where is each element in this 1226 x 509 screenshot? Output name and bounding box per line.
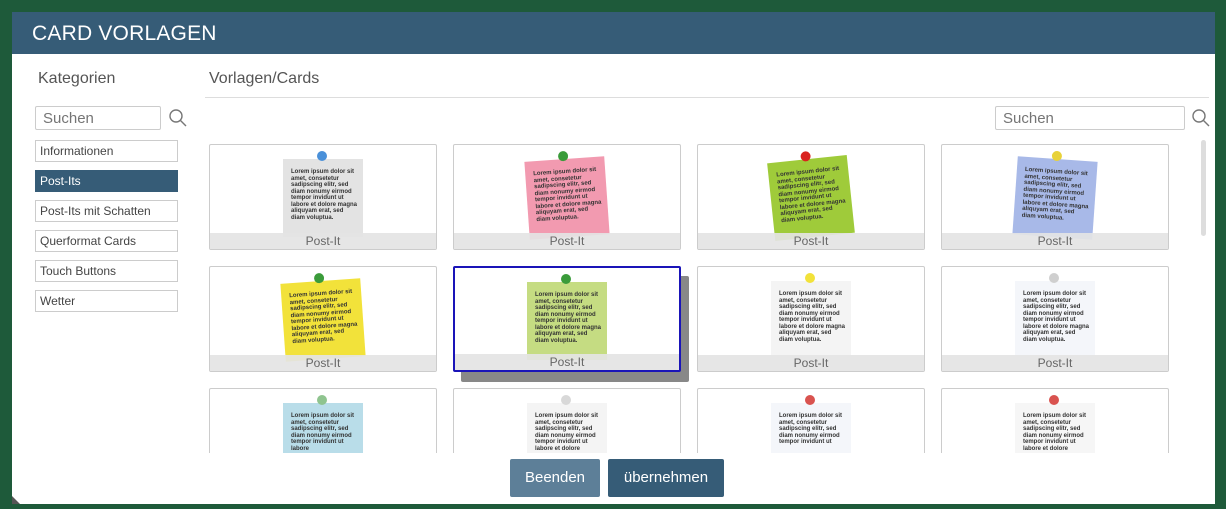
pin-icon [805, 273, 815, 283]
post-it-text: Lorem ipsum dolor sit amet, consetetur s… [291, 413, 355, 452]
template-card-label: Post-It [698, 233, 924, 249]
pin-icon [805, 395, 815, 405]
post-it-text: Lorem ipsum dolor sit amet, consetetur s… [533, 166, 602, 223]
template-grid: Lorem ipsum dolor sit amet, consetetur s… [205, 140, 1199, 453]
template-grid-scrollbar[interactable] [1201, 140, 1206, 236]
category-search-icon[interactable] [168, 108, 188, 128]
template-card[interactable]: Lorem ipsum dolor sit amet, consetetur s… [941, 266, 1169, 372]
template-card[interactable]: Lorem ipsum dolor sit amet, consetetur s… [941, 388, 1169, 453]
category-item[interactable]: Post-Its [35, 170, 178, 192]
pin-icon [1049, 273, 1059, 283]
post-it-text: Lorem ipsum dolor sit amet, consetetur s… [535, 413, 599, 452]
pin-icon [1049, 395, 1059, 405]
post-it-text: Lorem ipsum dolor sit amet, consetetur s… [289, 288, 358, 345]
post-it-preview: Lorem ipsum dolor sit amet, consetetur s… [771, 395, 851, 453]
post-it-preview: Lorem ipsum dolor sit amet, consetetur s… [524, 150, 610, 240]
post-it-preview: Lorem ipsum dolor sit amet, consetetur s… [527, 274, 607, 360]
template-card-label: Post-It [210, 233, 436, 249]
post-it-text: Lorem ipsum dolor sit amet, consetetur s… [535, 292, 602, 344]
category-item[interactable]: Informationen [35, 140, 178, 162]
template-card[interactable]: Lorem ipsum dolor sit amet, consetetur s… [453, 144, 681, 250]
category-search-input[interactable] [35, 106, 161, 130]
category-item[interactable]: Touch Buttons [35, 260, 178, 282]
templates-heading: Vorlagen/Cards [209, 70, 320, 87]
templates-divider [205, 97, 1209, 98]
category-item[interactable]: Post-Its mit Schatten [35, 200, 178, 222]
post-it-text: Lorem ipsum dolor sit amet, consetetur s… [779, 413, 843, 445]
post-it-text: Lorem ipsum dolor sit amet, consetetur s… [776, 165, 846, 224]
post-it-preview: Lorem ipsum dolor sit amet, consetetur s… [771, 273, 851, 359]
category-item[interactable]: Querformat Cards [35, 230, 178, 252]
template-search-icon[interactable] [1191, 108, 1211, 128]
dialog-title: CARD VORLAGEN [12, 12, 1215, 54]
post-it-text: Lorem ipsum dolor sit amet, consetetur s… [1021, 166, 1089, 222]
post-it-text: Lorem ipsum dolor sit amet, consetetur s… [1023, 291, 1090, 343]
post-it-preview: Lorem ipsum dolor sit amet, consetetur s… [527, 395, 607, 453]
categories-heading: Kategorien [38, 70, 116, 87]
post-it-text: Lorem ipsum dolor sit amet, consetetur s… [291, 169, 358, 221]
post-it-text: Lorem ipsum dolor sit amet, consetetur s… [1023, 413, 1087, 452]
post-it-preview: Lorem ipsum dolor sit amet, consetetur s… [1015, 395, 1095, 453]
template-search-input[interactable] [995, 106, 1185, 130]
template-card[interactable]: Lorem ipsum dolor sit amet, consetetur s… [941, 144, 1169, 250]
uebernehmen-button[interactable]: übernehmen [608, 459, 724, 497]
template-card[interactable]: Lorem ipsum dolor sit amet, consetetur s… [697, 266, 925, 372]
template-card-label: Post-It [210, 355, 436, 371]
post-it-preview: Lorem ipsum dolor sit amet, consetetur s… [767, 150, 855, 241]
template-card-label: Post-It [454, 233, 680, 249]
card-templates-dialog: CARD VORLAGEN Kategorien Vorlagen/Cards … [12, 12, 1215, 504]
post-it-preview: Lorem ipsum dolor sit amet, consetetur s… [1015, 273, 1095, 359]
template-card[interactable]: Lorem ipsum dolor sit amet, consetetur s… [453, 266, 681, 372]
post-it-preview: Lorem ipsum dolor sit amet, consetetur s… [283, 395, 363, 453]
category-item[interactable]: Wetter [35, 290, 178, 312]
pin-icon [317, 151, 327, 161]
template-card[interactable]: Lorem ipsum dolor sit amet, consetetur s… [209, 388, 437, 453]
template-card-label: Post-It [942, 355, 1168, 371]
template-card[interactable]: Lorem ipsum dolor sit amet, consetetur s… [209, 266, 437, 372]
template-card[interactable]: Lorem ipsum dolor sit amet, consetetur s… [209, 144, 437, 250]
beenden-button[interactable]: Beenden [510, 459, 600, 497]
template-card[interactable]: Lorem ipsum dolor sit amet, consetetur s… [453, 388, 681, 453]
resize-handle[interactable] [12, 496, 20, 504]
template-card[interactable]: Lorem ipsum dolor sit amet, consetetur s… [697, 144, 925, 250]
pin-icon [561, 395, 571, 405]
post-it-preview: Lorem ipsum dolor sit amet, consetetur s… [283, 151, 363, 237]
template-card-label: Post-It [942, 233, 1168, 249]
post-it-preview: Lorem ipsum dolor sit amet, consetetur s… [1012, 150, 1098, 240]
template-card-label: Post-It [455, 354, 679, 370]
pin-icon [317, 395, 327, 405]
template-card-label: Post-It [698, 355, 924, 371]
post-it-text: Lorem ipsum dolor sit amet, consetetur s… [779, 291, 846, 343]
pin-icon [561, 274, 571, 284]
post-it-preview: Lorem ipsum dolor sit amet, consetetur s… [280, 272, 366, 362]
template-card[interactable]: Lorem ipsum dolor sit amet, consetetur s… [697, 388, 925, 453]
